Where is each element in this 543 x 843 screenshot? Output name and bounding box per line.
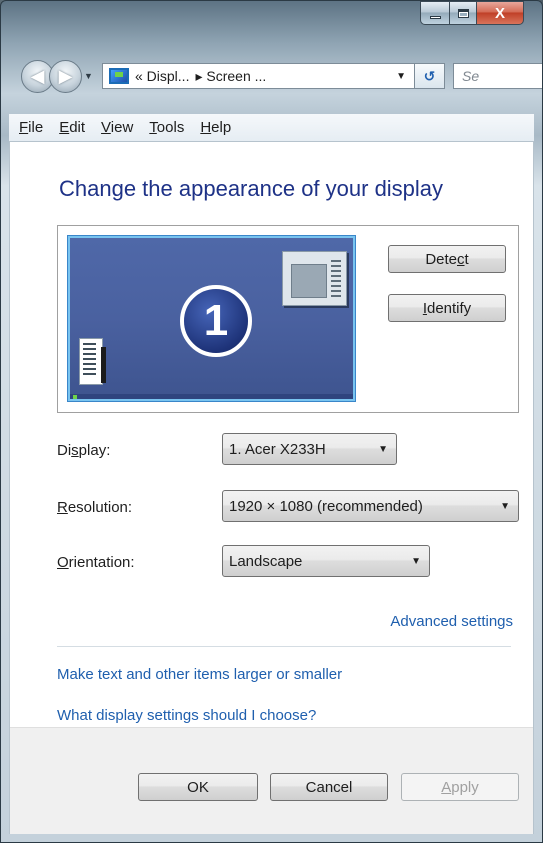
navigation-bar: ◀ ▶ ▼ « Displ... ▸ Screen ... ▼ ↺ Se (21, 57, 542, 95)
resolution-select-value: 1920 × 1080 (recommended) (229, 497, 423, 515)
detect-label-accel: c (457, 250, 465, 268)
menu-tools-accel: T (149, 119, 157, 136)
text-size-link[interactable]: Make text and other items larger or smal… (57, 666, 342, 683)
orientation-select-value: Landscape (229, 552, 303, 570)
apply-button-label: pply (451, 778, 479, 796)
preview-taskbar (70, 394, 353, 399)
minimize-icon (429, 15, 441, 19)
menu-view[interactable]: View (95, 119, 143, 136)
chevron-down-icon: ▼ (378, 443, 388, 455)
identify-label-post: dentify (426, 299, 472, 317)
menu-file[interactable]: File (13, 119, 53, 136)
menu-help[interactable]: Help (194, 119, 241, 136)
menu-view-label: iew (110, 119, 134, 136)
display-settings-help-link[interactable]: What display settings should I choose? (57, 707, 316, 724)
chevron-down-icon: ▼ (411, 555, 421, 567)
display-label-accel: s (71, 442, 79, 459)
close-button[interactable]: X (476, 1, 524, 25)
orientation-label-post: rientation: (68, 554, 135, 571)
display-preview-box: 1 Dete c t Identify (57, 225, 519, 413)
menu-edit[interactable]: Edit (53, 119, 95, 136)
menu-bar: File Edit View Tools Help (9, 114, 534, 142)
page-title: Change the appearance of your display (59, 176, 444, 201)
section-divider (57, 646, 511, 647)
display-select-value: 1. Acer X233H (229, 440, 326, 458)
orientation-select[interactable]: Landscape ▼ (222, 545, 430, 577)
resolution-label-accel: R (57, 499, 68, 516)
dialog-footer: OK Cancel Apply (10, 727, 533, 834)
menu-view-accel: V (101, 119, 111, 136)
maximize-button[interactable] (449, 1, 476, 25)
start-button-icon (73, 395, 77, 399)
resolution-label: Resolution: (57, 499, 132, 516)
menu-file-accel: F (19, 119, 29, 136)
apply-button-accel: A (441, 778, 452, 796)
menu-edit-accel: E (59, 119, 70, 136)
mini-window-pane (291, 264, 327, 298)
display-select[interactable]: 1. Acer X233H ▼ (222, 433, 397, 465)
chevron-down-icon: ▼ (84, 71, 93, 81)
monitor-1-preview[interactable]: 1 (68, 236, 355, 401)
menu-file-label: ile (28, 119, 44, 136)
close-icon: X (494, 4, 505, 22)
side-window-bar (101, 347, 106, 383)
address-dropdown-icon[interactable]: ▼ (396, 71, 406, 82)
detect-label-pre: Dete (425, 250, 457, 268)
menu-tools-label: ools (156, 119, 185, 136)
screen-resolution-window: X ◀ ▶ ▼ « Displ... ▸ Screen ... ▼ ↺ Se F… (0, 0, 543, 843)
maximize-icon (457, 8, 469, 18)
display-label-post: play: (78, 442, 111, 459)
cancel-button-label: Cancel (305, 778, 353, 796)
menu-help-accel: H (200, 119, 212, 136)
menu-edit-label: dit (69, 119, 86, 136)
display-label: Display: (57, 442, 110, 459)
orientation-label: Orientation: (57, 554, 135, 571)
detect-label-post: t (464, 250, 469, 268)
caption-buttons: X (420, 1, 524, 28)
menu-help-label: elp (211, 119, 232, 136)
mini-window-icon (282, 251, 347, 306)
search-placeholder: Se (462, 68, 480, 84)
apply-button[interactable]: Apply (401, 773, 519, 801)
resolution-label-post: esolution: (67, 499, 133, 516)
address-bar[interactable]: « Displ... ▸ Screen ... ▼ (102, 63, 415, 89)
search-input[interactable]: Se (453, 63, 542, 89)
ok-button-label: OK (187, 778, 209, 796)
breadcrumb-display[interactable]: « Displ... (135, 68, 189, 84)
detect-button[interactable]: Dete c t (388, 245, 506, 273)
minimize-button[interactable] (420, 1, 449, 25)
monitor-number-badge: 1 (180, 285, 252, 357)
forward-arrow-icon: ▶ (58, 65, 73, 86)
chevron-down-icon: ▼ (500, 500, 510, 512)
refresh-icon: ↺ (423, 67, 436, 84)
breadcrumb-screen-resolution[interactable]: ▸ Screen ... (195, 68, 266, 85)
mini-window-lines (331, 260, 341, 300)
identify-button[interactable]: Identify (388, 294, 506, 322)
cancel-button[interactable]: Cancel (270, 773, 388, 801)
recent-pages-dropdown[interactable]: ▼ (84, 71, 98, 81)
menu-tools[interactable]: Tools (143, 119, 194, 136)
forward-button[interactable]: ▶ (49, 59, 82, 93)
orientation-label-accel: O (57, 554, 69, 571)
side-window-lines (83, 343, 96, 377)
advanced-settings-link[interactable]: Advanced settings (390, 613, 513, 630)
back-arrow-icon: ◀ (30, 65, 45, 86)
ok-button[interactable]: OK (138, 773, 258, 801)
resolution-select[interactable]: 1920 × 1080 (recommended) ▼ (222, 490, 519, 522)
refresh-button[interactable]: ↺ (415, 63, 445, 89)
content-area: Change the appearance of your display 1 … (9, 142, 534, 834)
side-window-icon (79, 338, 106, 385)
display-label-pre: Di (57, 442, 72, 459)
display-control-panel-icon (109, 68, 129, 84)
